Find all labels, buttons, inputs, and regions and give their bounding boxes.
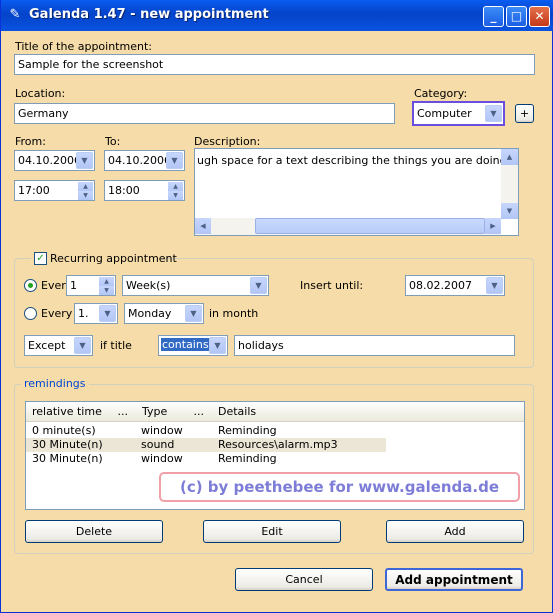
app-icon: ✎: [9, 7, 21, 22]
title-bar: ✎ Galenda 1.47 - new appointment _ □ ✕: [1, 0, 553, 31]
every-nth-radio[interactable]: [24, 307, 37, 320]
vertical-scrollbar[interactable]: ▲ ▼: [501, 149, 518, 219]
to-label: To:: [105, 135, 121, 148]
interval-unit-value: Week(s): [126, 279, 171, 292]
except-select[interactable]: Except ▼: [24, 335, 93, 356]
horizontal-scrollbar[interactable]: ◀ ▶: [195, 218, 501, 235]
in-month-label: in month: [209, 307, 259, 320]
chevron-down-icon: ▼: [76, 152, 93, 169]
list-item[interactable]: 30 Minute(n) sound Resources\alarm.mp3: [26, 438, 386, 452]
add-appointment-button[interactable]: Add appointment: [385, 568, 523, 591]
appointment-window: ✎ Galenda 1.47 - new appointment _ □ ✕ T…: [0, 0, 553, 613]
delete-reminding-button[interactable]: Delete: [25, 520, 163, 543]
spin-up-icon[interactable]: ▲: [99, 277, 114, 286]
description-textarea[interactable]: ugh space for a text describing the thin…: [194, 148, 519, 236]
scroll-down-icon[interactable]: ▼: [501, 203, 518, 219]
description-label: Description:: [194, 135, 261, 148]
insert-until-label: Insert until:: [300, 279, 364, 292]
chevron-down-icon: ▼: [486, 277, 503, 294]
match-mode-value: contains: [161, 338, 210, 351]
weekday-select[interactable]: Monday ▼: [124, 303, 204, 324]
location-label: Location:: [15, 87, 66, 100]
every-nth-label: Every: [41, 307, 73, 320]
to-date-picker[interactable]: 04.10.2006 ▼: [104, 150, 185, 171]
close-button[interactable]: ✕: [529, 6, 550, 27]
description-text: ugh space for a text describing the thin…: [197, 154, 518, 167]
recurring-checkbox[interactable]: ✓: [34, 252, 47, 265]
add-category-button[interactable]: +: [515, 104, 534, 123]
from-label: From:: [15, 135, 46, 148]
spin-down-icon[interactable]: ▼: [78, 191, 93, 200]
cancel-button[interactable]: Cancel: [235, 568, 373, 591]
recurring-label: Recurring appointment: [50, 252, 177, 265]
location-input[interactable]: Germany: [14, 103, 395, 124]
remindings-label: remindings: [21, 377, 89, 390]
chevron-down-icon: ▼: [166, 152, 183, 169]
every-radio[interactable]: [24, 279, 37, 292]
if-title-label: if title: [100, 339, 132, 352]
chevron-down-icon: ▼: [74, 337, 91, 354]
column-header-details[interactable]: Details: [212, 402, 362, 422]
spin-up-icon[interactable]: ▲: [168, 182, 183, 191]
chevron-down-icon: ▼: [185, 305, 202, 322]
add-reminding-button[interactable]: Add: [386, 520, 524, 543]
title-input[interactable]: Sample for the screenshot: [14, 54, 535, 75]
every-interval-spinner[interactable]: 1 ▲ ▼: [66, 275, 116, 296]
to-date-value: 04.10.2006: [108, 154, 171, 167]
scroll-left-icon[interactable]: ◀: [195, 218, 211, 234]
edit-reminding-button[interactable]: Edit: [203, 520, 341, 543]
from-date-value: 04.10.2006: [18, 154, 81, 167]
from-date-picker[interactable]: 04.10.2006 ▼: [14, 150, 95, 171]
recurring-header: ✓ Recurring appointment: [31, 252, 177, 266]
insert-until-value: 08.02.2007: [409, 279, 472, 292]
chevron-down-icon: ▼: [99, 305, 116, 322]
scroll-up-icon[interactable]: ▲: [501, 149, 518, 165]
every-interval-value: 1: [70, 279, 77, 292]
match-mode-select[interactable]: contains ▼: [158, 335, 228, 356]
column-header-type[interactable]: Type...: [136, 402, 212, 422]
category-value: Computer: [417, 107, 472, 120]
chevron-down-icon: ▼: [209, 337, 226, 354]
spin-up-icon[interactable]: ▲: [78, 182, 93, 191]
minimize-button[interactable]: _: [483, 6, 504, 27]
spin-down-icon[interactable]: ▼: [99, 286, 114, 295]
scroll-thumb[interactable]: [255, 218, 485, 234]
scroll-right-icon[interactable]: ▶: [485, 218, 501, 234]
chevron-down-icon: ▼: [485, 105, 502, 122]
window-title: Galenda 1.47 - new appointment: [29, 7, 269, 22]
exception-title-input[interactable]: holidays: [234, 335, 515, 356]
interval-unit-select[interactable]: Week(s) ▼: [122, 275, 269, 296]
nth-select[interactable]: 1. ▼: [74, 303, 118, 324]
maximize-button[interactable]: □: [506, 6, 527, 27]
except-value: Except: [28, 339, 66, 352]
category-select[interactable]: Computer ▼: [412, 101, 505, 126]
list-item[interactable]: 0 minute(s) window Reminding: [26, 424, 386, 438]
title-label: Title of the appointment:: [15, 40, 152, 53]
column-header-relative-time[interactable]: relative time...: [26, 402, 136, 422]
nth-value: 1.: [78, 307, 89, 320]
watermark: (c) by peethebee for www.galenda.de: [159, 472, 520, 502]
spin-down-icon[interactable]: ▼: [168, 191, 183, 200]
list-item[interactable]: 30 Minute(n) window Reminding: [26, 452, 386, 466]
weekday-value: Monday: [128, 307, 172, 320]
chevron-down-icon: ▼: [250, 277, 267, 294]
to-time-spinner[interactable]: 18:00 ▲ ▼: [104, 180, 185, 201]
from-time-spinner[interactable]: 17:00 ▲ ▼: [14, 180, 95, 201]
from-time-value: 17:00: [18, 184, 50, 197]
column-header-filler: [362, 402, 524, 422]
insert-until-date-picker[interactable]: 08.02.2007 ▼: [405, 275, 505, 296]
category-label: Category:: [414, 87, 468, 100]
to-time-value: 18:00: [108, 184, 140, 197]
every-label: Every: [41, 279, 67, 292]
